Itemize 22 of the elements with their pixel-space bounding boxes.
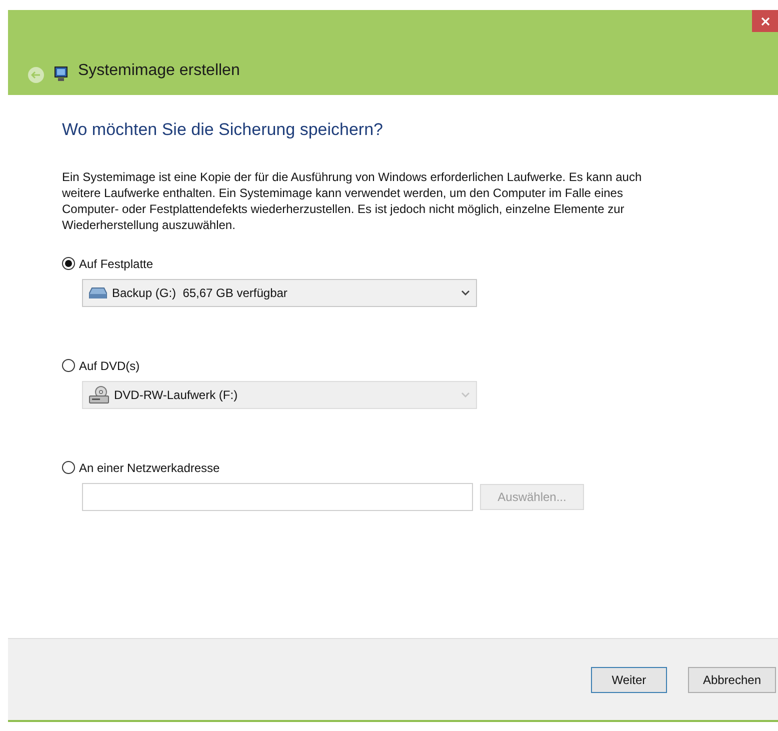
disc-drive-icon bbox=[89, 386, 109, 404]
radio-label[interactable]: Auf DVD(s) bbox=[79, 356, 140, 374]
radio-label[interactable]: An einer Netzwerkadresse bbox=[79, 458, 220, 476]
computer-icon bbox=[52, 65, 70, 83]
radio-button[interactable] bbox=[62, 359, 75, 372]
dropdown-value: DVD-RW-Laufwerk (F:) bbox=[114, 386, 239, 404]
radio-button[interactable] bbox=[62, 461, 75, 474]
close-button[interactable] bbox=[752, 10, 778, 32]
hard-drive-icon bbox=[89, 286, 107, 298]
chevron-down-icon bbox=[461, 290, 470, 296]
close-icon bbox=[760, 16, 770, 26]
chevron-down-icon bbox=[461, 392, 470, 398]
dialog-button[interactable]: Abbrechen bbox=[688, 666, 776, 692]
dialog-button[interactable]: Weiter bbox=[590, 666, 667, 692]
description-text: Ein Systemimage ist eine Kopie der für die Ausführung von Windows erforderlichen Laufwerke. Es kann auch weitere Laufwerke enthalten. Ein Systemimage kann verwendet werden, um den Computer im Falle eines Computer- oder Festplattendefekts wiederherzustellen. Es ist jedoch nicht möglich, einzelne Elemente zur Wiederherstellung auszuwählen. bbox=[62, 168, 643, 232]
page-heading: Wo möchten Sie die Sicherung speichern? bbox=[62, 119, 384, 141]
network-address-field[interactable] bbox=[82, 482, 473, 510]
dropdown-value: Backup (G:) 65,67 GB verfügbar bbox=[112, 284, 288, 302]
drive-dropdown[interactable]: Backup (G:) 65,67 GB verfügbar bbox=[82, 278, 477, 306]
radio-button[interactable] bbox=[62, 257, 75, 270]
radio-label[interactable]: Auf Festplatte bbox=[79, 254, 154, 272]
window-title: Systemimage erstellen bbox=[78, 61, 240, 81]
